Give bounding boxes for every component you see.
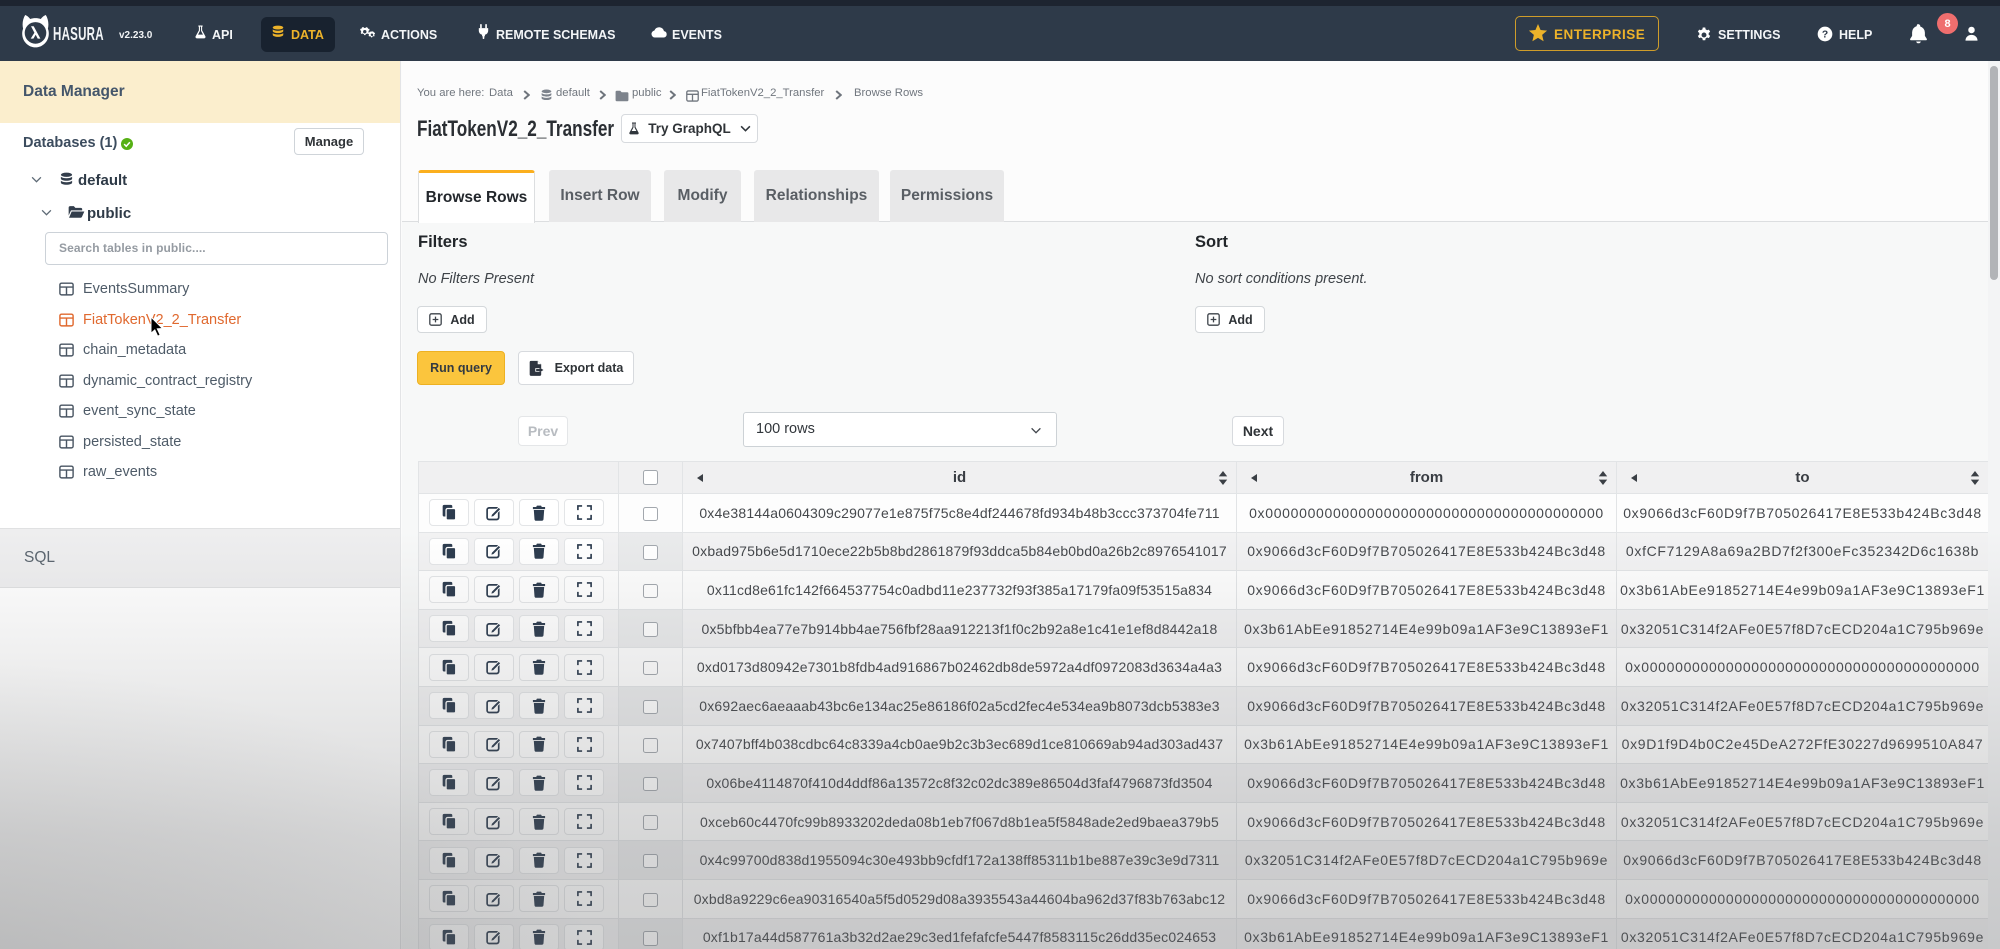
svg-text:?: ? [1822, 29, 1828, 40]
